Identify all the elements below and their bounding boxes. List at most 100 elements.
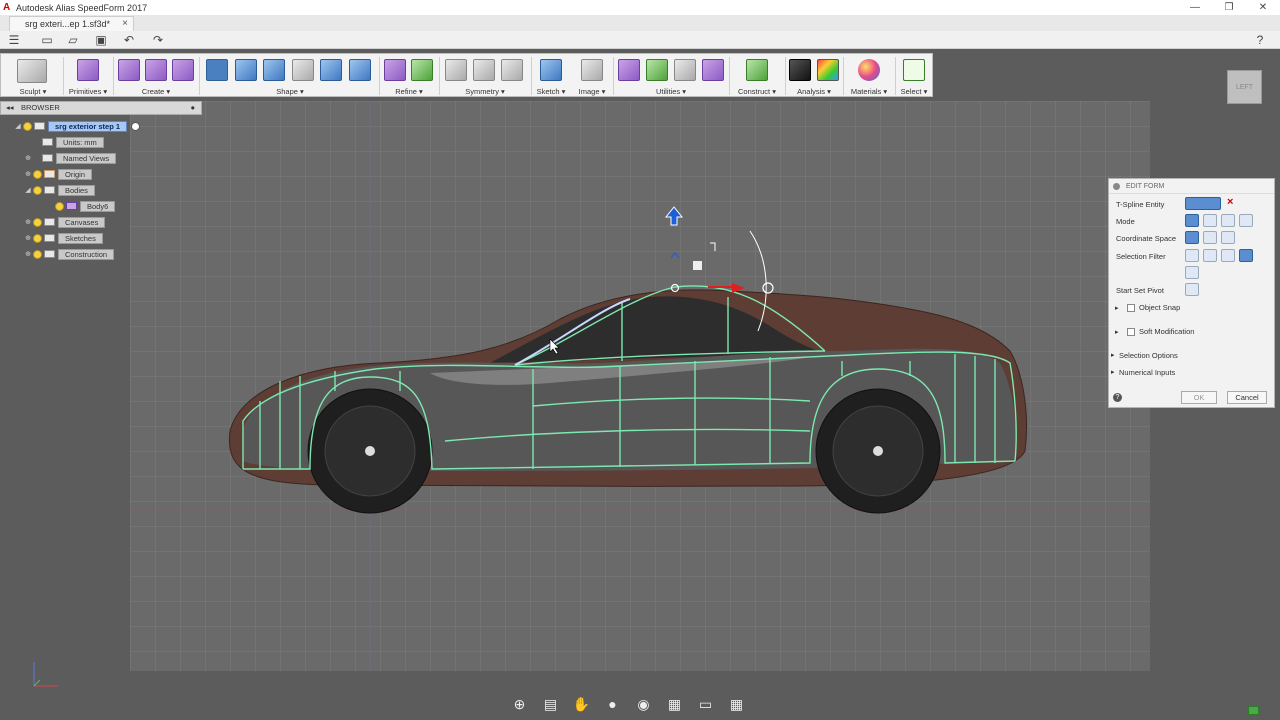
tree-item-body6[interactable]: Body6	[46, 200, 116, 212]
space-view-icon[interactable]	[1203, 231, 1217, 244]
display-mode-icon[interactable]	[618, 59, 640, 81]
status-indicator-icon[interactable]	[1248, 706, 1259, 715]
crease-icon[interactable]	[384, 59, 406, 81]
appearance-icon[interactable]	[858, 59, 880, 81]
ribbon-group-shape[interactable]: Shape ▾	[203, 54, 377, 98]
undo-icon[interactable]: ↶	[121, 32, 137, 48]
object-snap-expander-icon[interactable]: ▸	[1115, 304, 1119, 312]
mirror-duplicate-icon[interactable]	[473, 59, 495, 81]
tree-item-canvases[interactable]: ⊕ Canvases	[23, 216, 106, 228]
ribbon-group-create[interactable]: Create ▾	[115, 54, 197, 98]
ribbon-group-sketch[interactable]: Sketch ▾	[533, 54, 569, 98]
numerical-inputs-expander-icon[interactable]: ▸	[1111, 368, 1115, 376]
activate-icon[interactable]	[131, 121, 141, 131]
orbit-icon[interactable]: ⊕	[504, 691, 535, 717]
construct-plane-icon[interactable]	[746, 59, 768, 81]
convert-icon[interactable]	[674, 59, 696, 81]
visibility-bulb-icon[interactable]	[33, 185, 42, 195]
save-icon[interactable]: ▣	[93, 32, 109, 48]
new-file-icon[interactable]: ▭	[39, 32, 55, 48]
expand-icon[interactable]: ⊕	[23, 234, 33, 242]
close-tab-icon[interactable]: ×	[122, 17, 128, 31]
ribbon-group-refine[interactable]: Refine ▾	[381, 54, 437, 98]
3d-viewport[interactable]	[130, 101, 1150, 671]
selection-options-label[interactable]: Selection Options	[1119, 351, 1178, 360]
space-world-icon[interactable]	[1185, 231, 1199, 244]
document-tab[interactable]: srg exteri...ep 1.sf3d* ×	[9, 16, 134, 31]
grid-icon[interactable]: ▦	[721, 691, 752, 717]
fill-hole-icon[interactable]	[320, 59, 342, 81]
zoom-window-icon[interactable]: ◉	[628, 691, 659, 717]
space-local-icon[interactable]	[1221, 231, 1235, 244]
weld-vertices-icon[interactable]	[349, 59, 371, 81]
select-window-icon[interactable]	[903, 59, 925, 81]
mode-multi-icon[interactable]	[1185, 214, 1199, 227]
close-window-button[interactable]: ✕	[1246, 0, 1280, 15]
ribbon-group-sculpt[interactable]: Sculpt ▾	[5, 54, 61, 98]
loft-icon[interactable]	[172, 59, 194, 81]
extrude-icon[interactable]	[118, 59, 140, 81]
mode-translate-icon[interactable]	[1203, 214, 1217, 227]
visibility-bulb-icon[interactable]	[33, 169, 42, 179]
tree-root[interactable]: ◢ srg exterior step 1	[13, 120, 141, 132]
tspline-entity-selector[interactable]	[1185, 197, 1221, 210]
ribbon-group-image[interactable]: Image ▾	[573, 54, 611, 98]
mode-rotate-icon[interactable]	[1221, 214, 1235, 227]
subdivide-icon[interactable]	[263, 59, 285, 81]
ribbon-group-symmetry[interactable]: Symmetry ▾	[441, 54, 529, 98]
make-uniform-icon[interactable]	[702, 59, 724, 81]
viewcube[interactable]: LEFT	[1227, 70, 1262, 104]
cancel-button[interactable]: Cancel	[1227, 391, 1267, 404]
expand-icon[interactable]: ⊕	[23, 170, 33, 178]
collapse-panel-icon[interactable]: ◂◂	[6, 102, 14, 114]
set-pivot-icon[interactable]	[1185, 283, 1199, 296]
tree-item-origin[interactable]: ⊕ Origin	[23, 168, 93, 180]
clear-selection-icon[interactable]: ×	[1227, 196, 1233, 208]
ok-button[interactable]: OK	[1181, 391, 1217, 404]
tree-item-units[interactable]: Units: mm	[33, 136, 104, 148]
visibility-bulb-icon[interactable]	[23, 121, 32, 131]
mirror-internal-icon[interactable]	[445, 59, 467, 81]
collapse-dialog-icon[interactable]	[1113, 183, 1120, 190]
ribbon-group-materials[interactable]: Materials ▾	[845, 54, 893, 98]
repair-body-icon[interactable]	[646, 59, 668, 81]
pin-panel-icon[interactable]: ●	[190, 102, 195, 114]
ribbon-group-analysis[interactable]: Analysis ▾	[787, 54, 841, 98]
expand-icon[interactable]: ⊕	[23, 218, 33, 226]
tree-item-bodies[interactable]: ◢ Bodies	[23, 184, 95, 196]
filter-body-icon[interactable]	[1185, 266, 1199, 279]
edit-form-icon[interactable]	[206, 59, 228, 81]
tree-item-construction[interactable]: ⊕ Construction	[23, 248, 115, 260]
insert-edge-icon[interactable]	[235, 59, 257, 81]
viewports-icon[interactable]: ▭	[690, 691, 721, 717]
filter-edge-icon[interactable]	[1203, 249, 1217, 262]
visibility-bulb-icon[interactable]	[55, 201, 64, 211]
image-canvas-icon[interactable]	[581, 59, 603, 81]
curvature-analysis-icon[interactable]	[817, 59, 839, 81]
ribbon-group-primitives[interactable]: Primitives ▾	[65, 54, 111, 98]
selection-options-expander-icon[interactable]: ▸	[1111, 351, 1115, 359]
pan-hand-icon[interactable]: ✋	[566, 691, 597, 717]
restore-button[interactable]: ❐	[1212, 0, 1246, 15]
open-file-icon[interactable]: ▱	[65, 32, 81, 48]
ribbon-group-construct[interactable]: Construct ▾	[731, 54, 783, 98]
sketch-curve-icon[interactable]	[540, 59, 562, 81]
collapse-icon[interactable]: ◢	[23, 186, 33, 194]
tree-item-named-views[interactable]: ⊕ Named Views	[23, 152, 117, 164]
filter-face-icon[interactable]	[1221, 249, 1235, 262]
help-icon[interactable]: ?	[1252, 32, 1268, 48]
minimize-button[interactable]: —	[1178, 0, 1212, 15]
ribbon-group-utilities[interactable]: Utilities ▾	[615, 54, 727, 98]
clear-symmetry-icon[interactable]	[501, 59, 523, 81]
zoom-icon[interactable]: ●	[597, 691, 628, 717]
look-at-icon[interactable]: ▤	[535, 691, 566, 717]
display-settings-icon[interactable]: ▦	[659, 691, 690, 717]
menu-icon[interactable]: ☰	[6, 32, 22, 48]
numerical-inputs-label[interactable]: Numerical Inputs	[1119, 368, 1175, 377]
bridge-icon[interactable]	[292, 59, 314, 81]
expand-icon[interactable]: ⊕	[23, 154, 33, 162]
visibility-bulb-icon[interactable]	[33, 233, 42, 243]
redo-icon[interactable]: ↷	[150, 32, 166, 48]
ribbon-group-select[interactable]: Select ▾	[897, 54, 931, 98]
revolve-icon[interactable]	[145, 59, 167, 81]
